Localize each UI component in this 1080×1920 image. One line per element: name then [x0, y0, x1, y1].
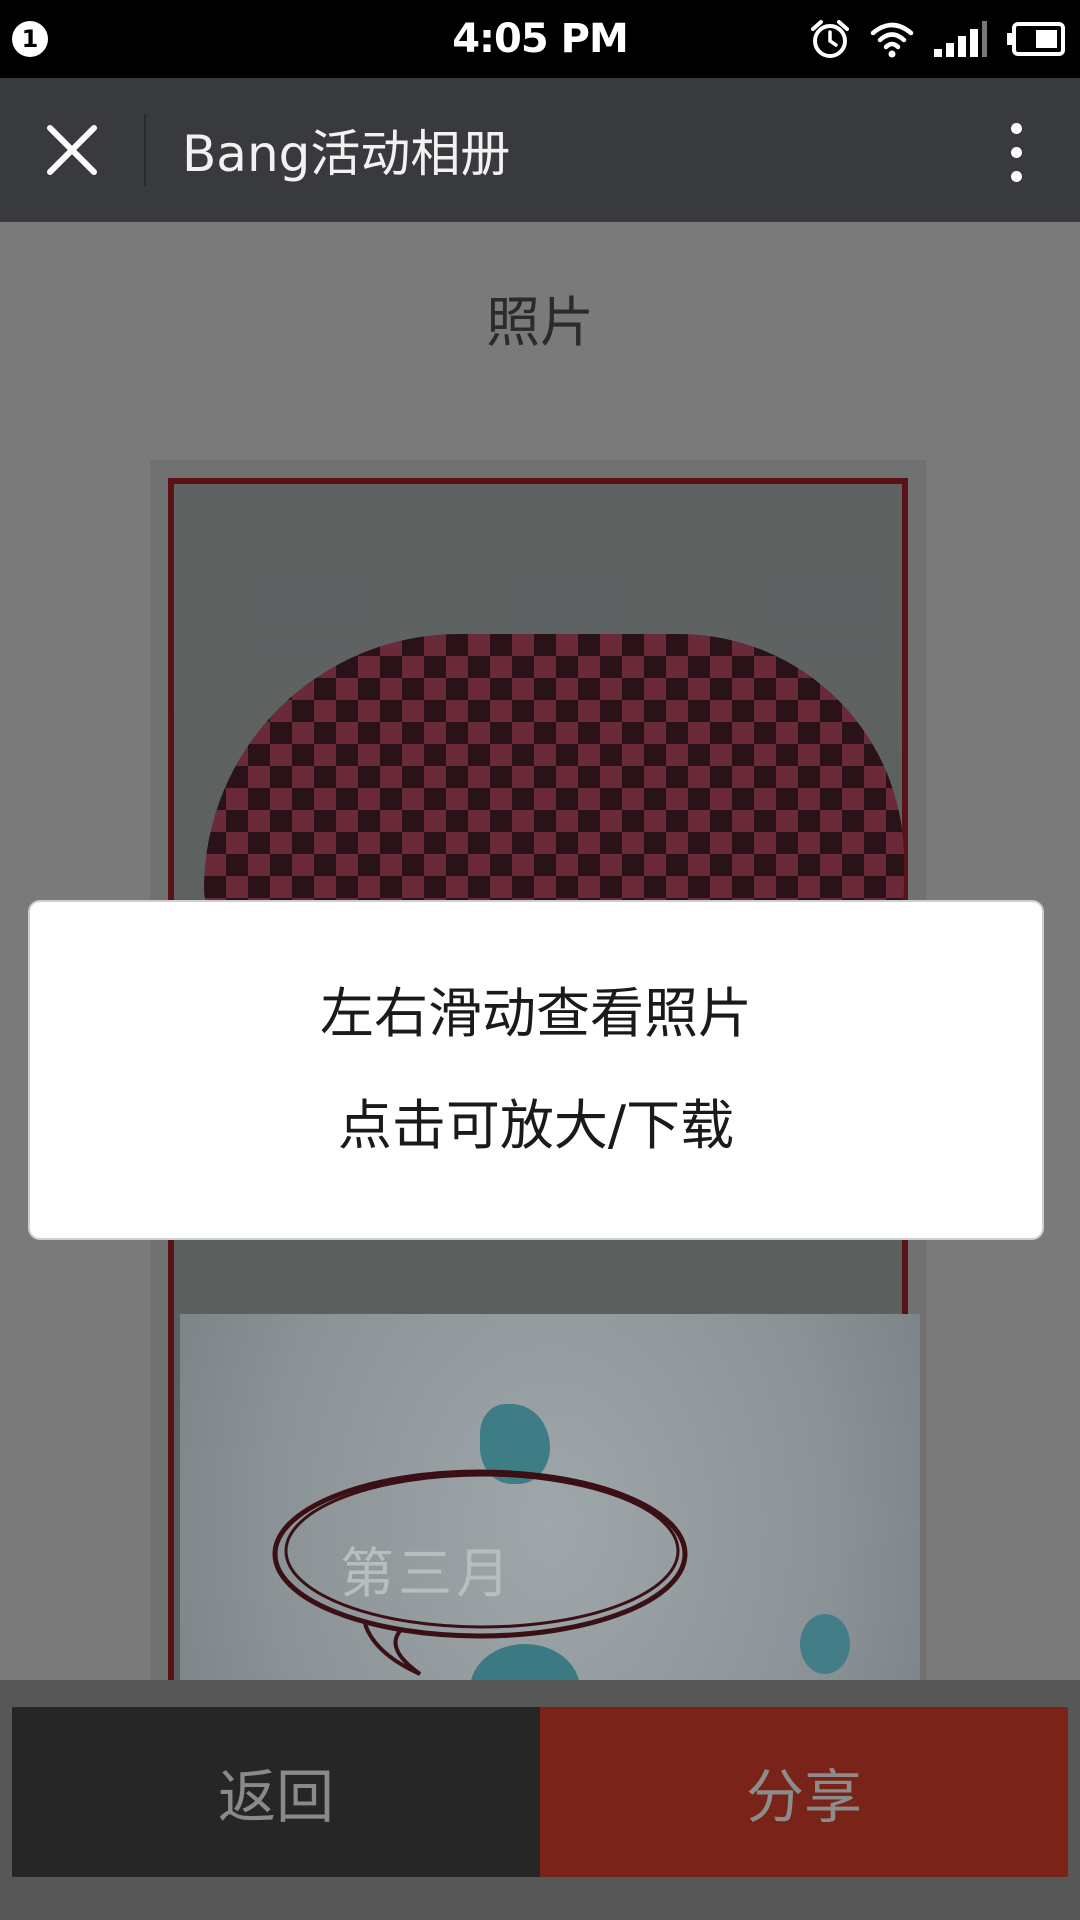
close-icon	[46, 124, 98, 180]
status-icons	[808, 14, 1066, 64]
photo-hat	[204, 634, 904, 934]
more-options-button[interactable]	[986, 110, 1046, 194]
app-header: Bang活动相册	[0, 78, 1080, 222]
more-vertical-icon	[1010, 122, 1022, 134]
close-button[interactable]	[30, 110, 114, 194]
back-button[interactable]: 返回	[12, 1707, 540, 1877]
page-title: Bang活动相册	[182, 125, 511, 183]
toast-line-swipe: 左右滑动查看照片	[320, 982, 752, 1045]
section-title: 照片	[486, 291, 594, 354]
hint-toast: 左右滑动查看照片 点击可放大/下载	[28, 900, 1044, 1240]
photo-caption: 第三月	[340, 1542, 514, 1605]
header-divider	[144, 114, 146, 186]
share-button[interactable]: 分享	[540, 1707, 1068, 1877]
toast-line-tap: 点击可放大/下载	[337, 1094, 735, 1157]
bottom-action-bar: 返回 分享	[0, 1680, 1080, 1920]
status-bar: 1 4:05 PM	[0, 0, 1080, 78]
signal-icon	[932, 19, 988, 59]
alarm-icon	[808, 17, 852, 61]
wifi-icon	[870, 19, 914, 59]
battery-icon	[1006, 21, 1066, 57]
